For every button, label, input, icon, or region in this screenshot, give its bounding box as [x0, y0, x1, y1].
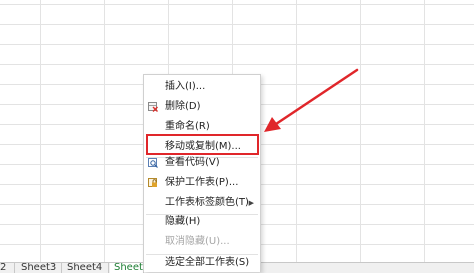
annotation-arrow-icon [264, 68, 359, 132]
